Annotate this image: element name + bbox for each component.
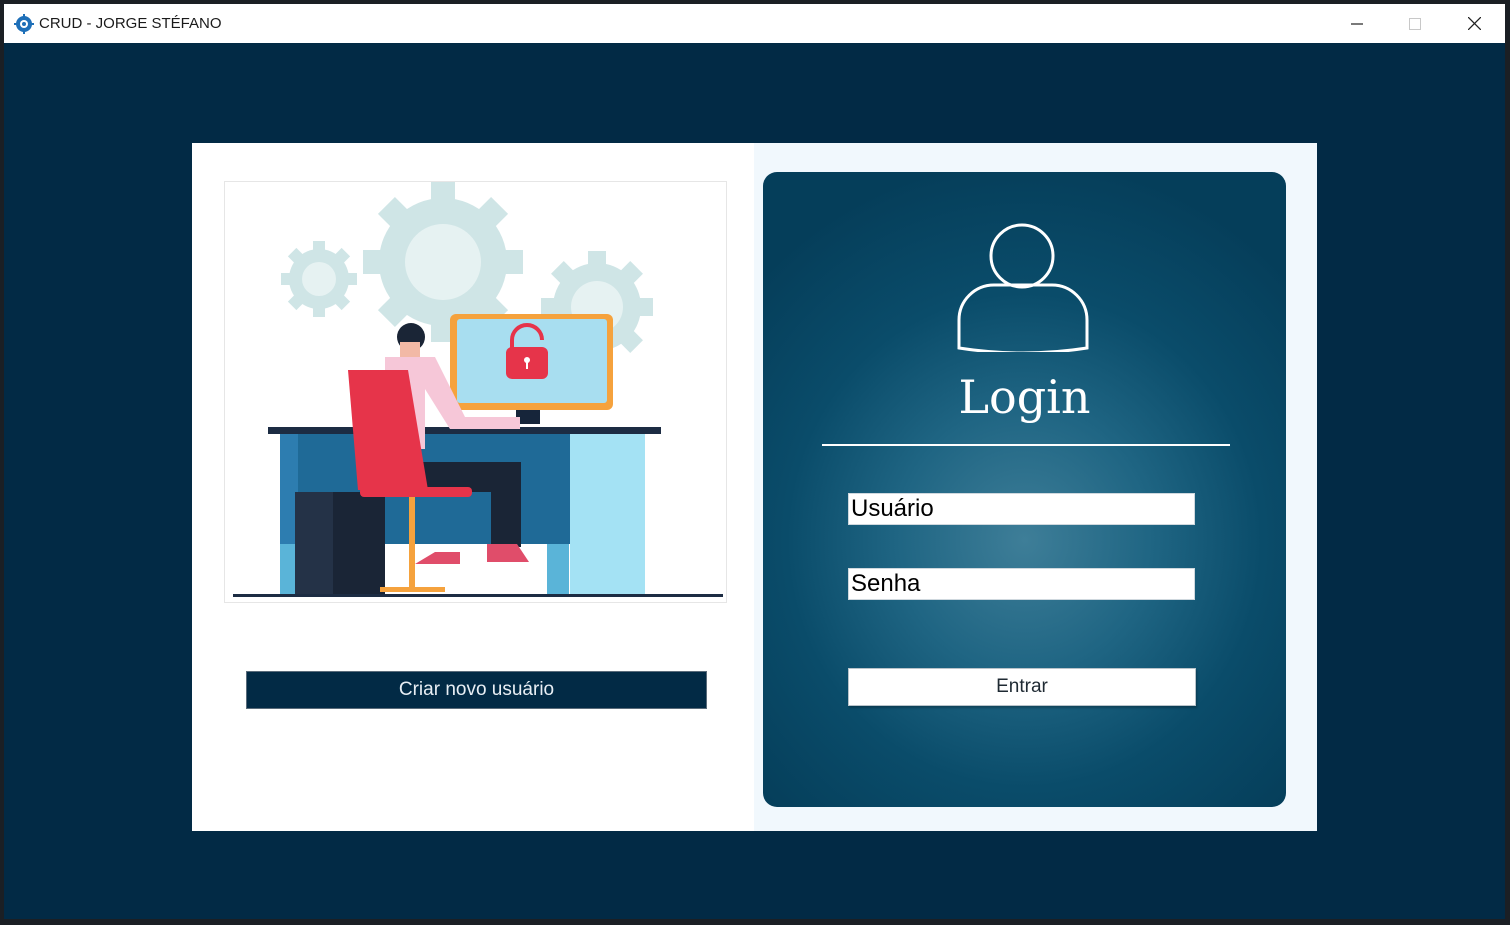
person-at-computer-with-lock-illustration: [224, 181, 727, 603]
login-title: Login: [958, 370, 1091, 424]
maximize-icon: [1409, 17, 1421, 30]
login-panel: Login Entrar: [763, 172, 1286, 807]
login-card: Criar novo usuário Login Entrar: [192, 143, 1317, 831]
gear-globe-icon: [14, 14, 34, 34]
login-button[interactable]: Entrar: [848, 668, 1196, 706]
title-bar: CRUD - JORGE STÉFANO: [4, 4, 1505, 43]
minimize-icon: [1351, 22, 1363, 25]
app-window: CRUD - JORGE STÉFANO Criar novo usuário …: [4, 4, 1505, 919]
close-icon: [1467, 17, 1481, 30]
window-title: CRUD - JORGE STÉFANO: [39, 15, 222, 32]
minimize-button[interactable]: [1328, 4, 1386, 43]
maximize-button[interactable]: [1386, 4, 1444, 43]
password-input[interactable]: [848, 568, 1195, 600]
title-divider: [822, 444, 1230, 446]
create-user-button[interactable]: Criar novo usuário: [246, 671, 707, 709]
username-input[interactable]: [848, 493, 1195, 525]
close-button[interactable]: [1445, 4, 1503, 43]
user-icon: [955, 212, 1095, 357]
